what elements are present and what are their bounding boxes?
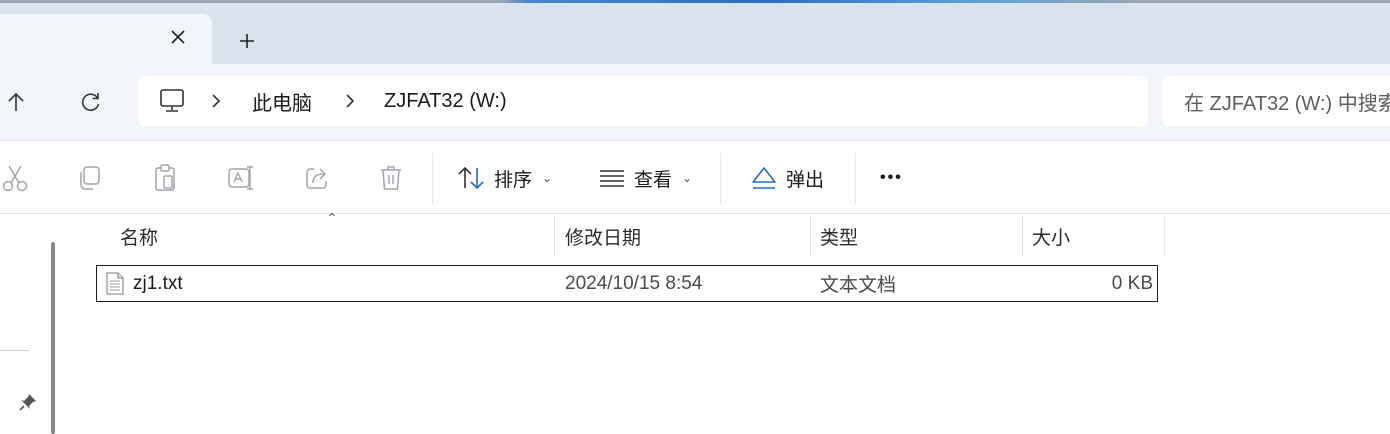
paste-button[interactable]: [150, 163, 180, 193]
refresh-icon: [81, 93, 100, 111]
copy-icon: [80, 166, 100, 190]
search-input[interactable]: 在 ZJFAT32 (W:) 中搜索: [1184, 76, 1390, 126]
toolbar-separator: [855, 153, 856, 203]
copy-button[interactable]: [74, 163, 104, 193]
up-button[interactable]: [0, 86, 32, 118]
breadcrumb-drive[interactable]: ZJFAT32 (W:): [384, 76, 507, 126]
column-divider[interactable]: [554, 216, 555, 256]
column-header-name[interactable]: 名称: [120, 216, 158, 256]
breadcrumb-chevron[interactable]: [342, 76, 358, 126]
cut-button[interactable]: [0, 163, 30, 193]
trash-icon: [381, 166, 401, 190]
sort-label: 排序: [494, 169, 533, 191]
address-bar-row: 此电脑 ZJFAT32 (W:) 在 ZJFAT32 (W:) 中搜索: [0, 64, 1390, 140]
share-icon: [306, 168, 327, 189]
navigation-divider: [0, 350, 29, 351]
column-header-row: ⌃ 名称 修改日期 类型 大小: [96, 210, 1166, 256]
column-divider[interactable]: [810, 216, 811, 256]
breadcrumb-this-pc[interactable]: 此电脑: [252, 76, 312, 126]
toolbar-separator: [432, 153, 433, 203]
table-row[interactable]: zj1.txt 2024/10/15 8:54 文本文档 0 KB: [96, 265, 1158, 302]
command-bar: 排序 ⌄ 查看 ⌄ 弹出 •••: [0, 140, 1390, 214]
desktop-wallpaper-strip: [0, 0, 1390, 3]
refresh-button[interactable]: [75, 86, 107, 118]
list-lines-icon: [600, 170, 624, 187]
breadcrumb-chevron[interactable]: [208, 76, 224, 126]
view-button[interactable]: 查看 ⌄: [598, 155, 692, 201]
chevron-down-icon: ⌄: [682, 171, 693, 185]
tab-close-button[interactable]: [164, 23, 192, 51]
file-name[interactable]: zj1.txt: [133, 266, 183, 301]
title-bar: [0, 0, 1390, 64]
text-file-icon: [106, 272, 124, 295]
column-header-size[interactable]: 大小: [1032, 216, 1070, 256]
delete-button[interactable]: [376, 163, 406, 193]
search-box[interactable]: 在 ZJFAT32 (W:) 中搜索: [1162, 76, 1390, 126]
more-options-button[interactable]: •••: [880, 155, 903, 201]
file-modified: 2024/10/15 8:54: [565, 272, 703, 294]
eject-label: 弹出: [786, 169, 825, 191]
tab-active[interactable]: [0, 14, 212, 64]
eject-button[interactable]: 弹出: [750, 155, 824, 201]
sort-arrows-icon: [458, 166, 484, 190]
monitor-icon: [158, 87, 186, 115]
chevron-right-icon: [212, 94, 221, 108]
pin-icon[interactable]: [16, 390, 40, 414]
close-icon: [171, 30, 185, 44]
arrow-up-icon: [8, 92, 24, 111]
address-box[interactable]: 此电脑 ZJFAT32 (W:): [138, 76, 1148, 126]
chevron-right-icon: [346, 94, 355, 108]
toolbar-separator: [720, 153, 721, 203]
rename-icon: [228, 166, 253, 190]
clipboard-icon: [155, 164, 175, 191]
column-header-modified[interactable]: 修改日期: [565, 216, 641, 256]
rename-button[interactable]: [226, 163, 256, 193]
new-tab-button[interactable]: [232, 26, 262, 56]
column-divider[interactable]: [1022, 216, 1023, 256]
share-button[interactable]: [302, 163, 332, 193]
plus-icon: [240, 34, 254, 48]
sort-ascending-indicator: ⌃: [326, 210, 338, 226]
eject-icon: [752, 167, 776, 189]
column-divider[interactable]: [1164, 216, 1165, 256]
chevron-down-icon: ⌄: [542, 171, 553, 185]
navigation-scrollbar[interactable]: [51, 242, 55, 434]
file-size: 0 KB: [1111, 272, 1153, 294]
view-label: 查看: [634, 169, 673, 191]
sort-button[interactable]: 排序 ⌄: [456, 155, 552, 201]
column-header-type[interactable]: 类型: [820, 216, 858, 256]
scissors-icon: [2, 165, 28, 192]
file-type: 文本文档: [820, 275, 897, 296]
